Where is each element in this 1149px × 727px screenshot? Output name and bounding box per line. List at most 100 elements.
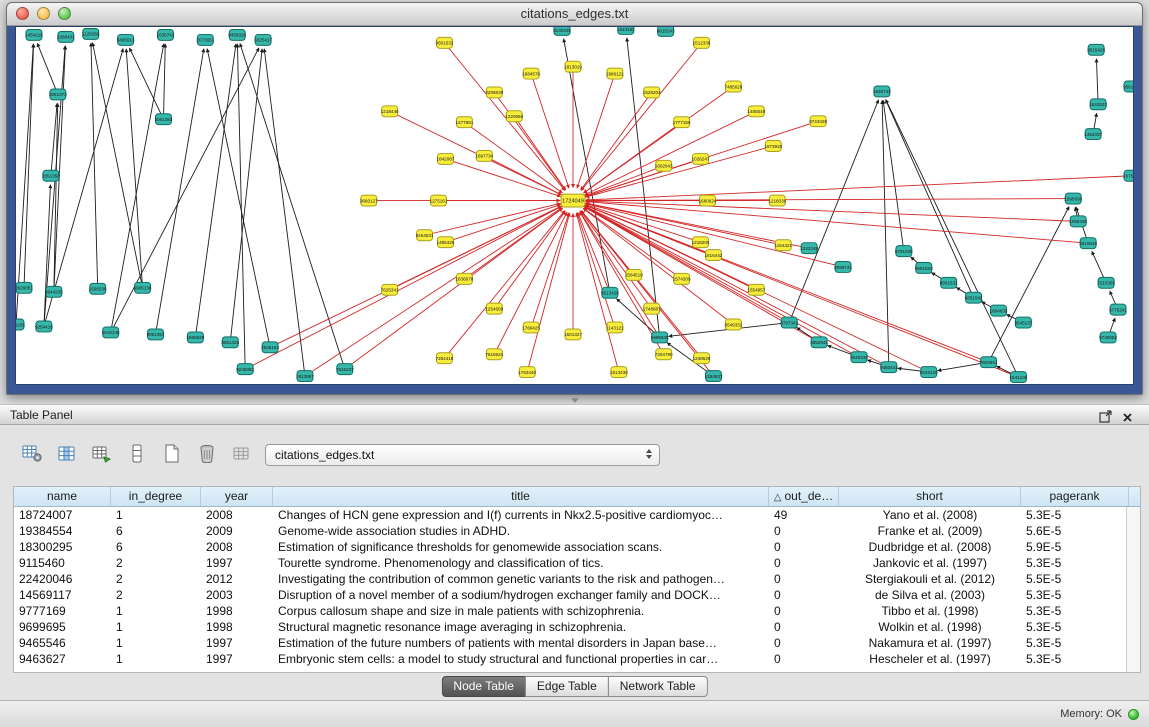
column-header-pagerank[interactable]: pagerank [1021, 487, 1129, 506]
graph-node[interactable]: 1724049 [561, 194, 585, 207]
graph-node[interactable]: 9515428 [1087, 44, 1105, 55]
column-header-in_degree[interactable]: in_degree [111, 487, 201, 506]
graph-node[interactable]: 8099741 [834, 262, 852, 273]
graph-node[interactable]: 2646153 [261, 342, 279, 353]
graph-node[interactable]: 9615243 [657, 27, 675, 36]
graph-node[interactable]: 1254609 [485, 303, 503, 314]
graph-node[interactable]: 9450442 [880, 362, 898, 373]
graph-node[interactable]: 5905138 [134, 282, 152, 293]
graph-node[interactable]: 2610648 [1079, 238, 1097, 249]
graph-node[interactable]: 1058436 [1069, 216, 1087, 227]
graph-node[interactable]: 1294637 [705, 371, 723, 382]
graph-node[interactable]: 1026247 [692, 153, 710, 164]
graph-node[interactable]: 1680624 [699, 195, 717, 206]
column-header-short[interactable]: short [839, 487, 1021, 506]
graph-node[interactable]: 1485049 [747, 106, 765, 117]
graph-node[interactable]: 1143121 [606, 322, 624, 333]
graph-node[interactable]: 7204790 [655, 349, 673, 360]
column-header-title[interactable]: title [273, 487, 769, 506]
table-row[interactable]: 1456911722003Disruption of a novel membe… [14, 587, 1140, 603]
graph-node[interactable]: 8130426 [553, 27, 571, 35]
table-row[interactable]: 1938455462009Genome-wide association stu… [14, 523, 1140, 539]
graph-node[interactable]: 2051356 [42, 170, 60, 181]
graph-node[interactable]: 8051426 [221, 337, 239, 348]
graph-node[interactable]: 7615924 [485, 349, 503, 360]
graph-node[interactable]: 1636678 [455, 273, 473, 284]
column-header-year[interactable]: year [201, 487, 273, 506]
graph-node[interactable]: 1275161 [430, 195, 448, 206]
graph-node[interactable]: 1454337 [1084, 129, 1102, 140]
graph-node[interactable]: 1216036 [768, 195, 786, 206]
graph-node[interactable]: 9743428 [809, 116, 827, 127]
column-header-name[interactable]: name [14, 487, 111, 506]
table-gray-button[interactable] [230, 445, 254, 467]
graph-node[interactable]: 9745052 [1099, 332, 1117, 343]
memory-indicator[interactable] [1128, 709, 1139, 720]
graph-node[interactable]: 8675205 [16, 319, 25, 330]
table-row[interactable]: 911546021997Tourette syndrome. Phenomeno… [14, 555, 1140, 571]
graph-node[interactable]: 1322248 [800, 243, 818, 254]
network-canvas[interactable]: 1724049168062412162051574209174868711431… [16, 27, 1133, 384]
close-panel-icon[interactable] [1122, 409, 1136, 422]
graph-node[interactable]: 1501327 [564, 329, 582, 340]
table-import-button[interactable] [90, 445, 114, 467]
graph-node[interactable]: 1973920 [764, 141, 782, 152]
graph-node[interactable]: 2051392 [155, 114, 173, 125]
graph-node[interactable]: 1584519 [625, 269, 643, 280]
graph-node[interactable]: 9254531 [416, 230, 434, 241]
table-row[interactable]: 969969511998Structural magnetic resonanc… [14, 619, 1140, 635]
graph-node[interactable]: 2051373 [49, 89, 67, 100]
graph-node[interactable]: 1635742 [157, 29, 175, 40]
graph-node[interactable]: 1748687 [643, 303, 661, 314]
graph-node[interactable]: 9254416 [35, 321, 53, 332]
graph-node[interactable]: 1277861 [455, 117, 473, 128]
graph-node[interactable]: 1528204 [643, 87, 661, 98]
graph-node[interactable]: 9455028 [228, 29, 246, 40]
graph-node[interactable]: 1512336 [693, 37, 711, 48]
graph-node[interactable]: 2626051 [16, 282, 33, 293]
graph-node[interactable]: 9601532 [436, 37, 454, 48]
column-header-out_degree[interactable]: △out_de… [769, 487, 839, 506]
graph-node[interactable]: 1554957 [747, 284, 765, 295]
table-row[interactable]: 2242004622012Investigating the contribut… [14, 571, 1140, 587]
graph-node[interactable]: 1595538 [89, 283, 107, 294]
graph-node[interactable]: 9245120 [920, 367, 938, 378]
graph-node[interactable]: 1684576 [522, 68, 540, 79]
graph-node[interactable]: 2206839 [485, 87, 503, 98]
graph-node[interactable]: 1897734 [475, 150, 493, 161]
graph-node[interactable]: 1574209 [673, 273, 691, 284]
table-select-dropdown[interactable]: citations_edges.txt [265, 444, 660, 466]
cell-button[interactable] [125, 445, 149, 467]
graph-node[interactable]: 6791935 [895, 246, 913, 257]
graph-node[interactable]: 1595838 [1064, 193, 1082, 204]
tab-edge-table[interactable]: Edge Table [525, 676, 609, 697]
graph-node[interactable]: 1986121 [606, 68, 624, 79]
graph-node[interactable]: 1125056 [82, 28, 100, 39]
graph-node[interactable]: 1763440 [518, 367, 536, 378]
graph-node[interactable]: 6689835 [651, 332, 669, 343]
graph-node[interactable]: 7625341 [381, 284, 399, 295]
graph-node[interactable]: 1602643 [655, 160, 673, 171]
graph-node[interactable]: 9245052 [236, 364, 254, 375]
zoom-button[interactable] [58, 7, 71, 20]
graph-node[interactable]: 1454219 [25, 29, 43, 40]
new-file-button[interactable] [160, 445, 184, 467]
graph-node[interactable]: 1513436 [610, 367, 628, 378]
graph-node[interactable]: 6775241 [1109, 304, 1127, 315]
table-gear-button[interactable] [20, 445, 44, 467]
graph-node[interactable]: 1541239 [1010, 372, 1028, 383]
graph-node[interactable]: 9851542 [965, 292, 983, 303]
graph-node[interactable]: 8951531 [940, 277, 958, 288]
graph-node[interactable]: 8549331 [725, 319, 743, 330]
graph-node[interactable]: 1846742 [873, 86, 891, 97]
table-row[interactable]: 946362711997Embryonic stem cells: a mode… [14, 651, 1140, 667]
table-row[interactable]: 1830029562008Estimation of significance … [14, 539, 1140, 555]
graph-node[interactable]: 2058431 [57, 31, 75, 42]
graph-node[interactable]: 1842087 [437, 153, 455, 164]
table-scrollbar[interactable] [1126, 507, 1140, 672]
close-button[interactable] [16, 7, 29, 20]
graph-node[interactable]: 1218446 [381, 106, 399, 117]
graph-node[interactable]: 7485028 [725, 81, 743, 92]
graph-node[interactable]: 1075442 [1123, 170, 1133, 181]
graph-node[interactable]: 1595629 [186, 332, 204, 343]
